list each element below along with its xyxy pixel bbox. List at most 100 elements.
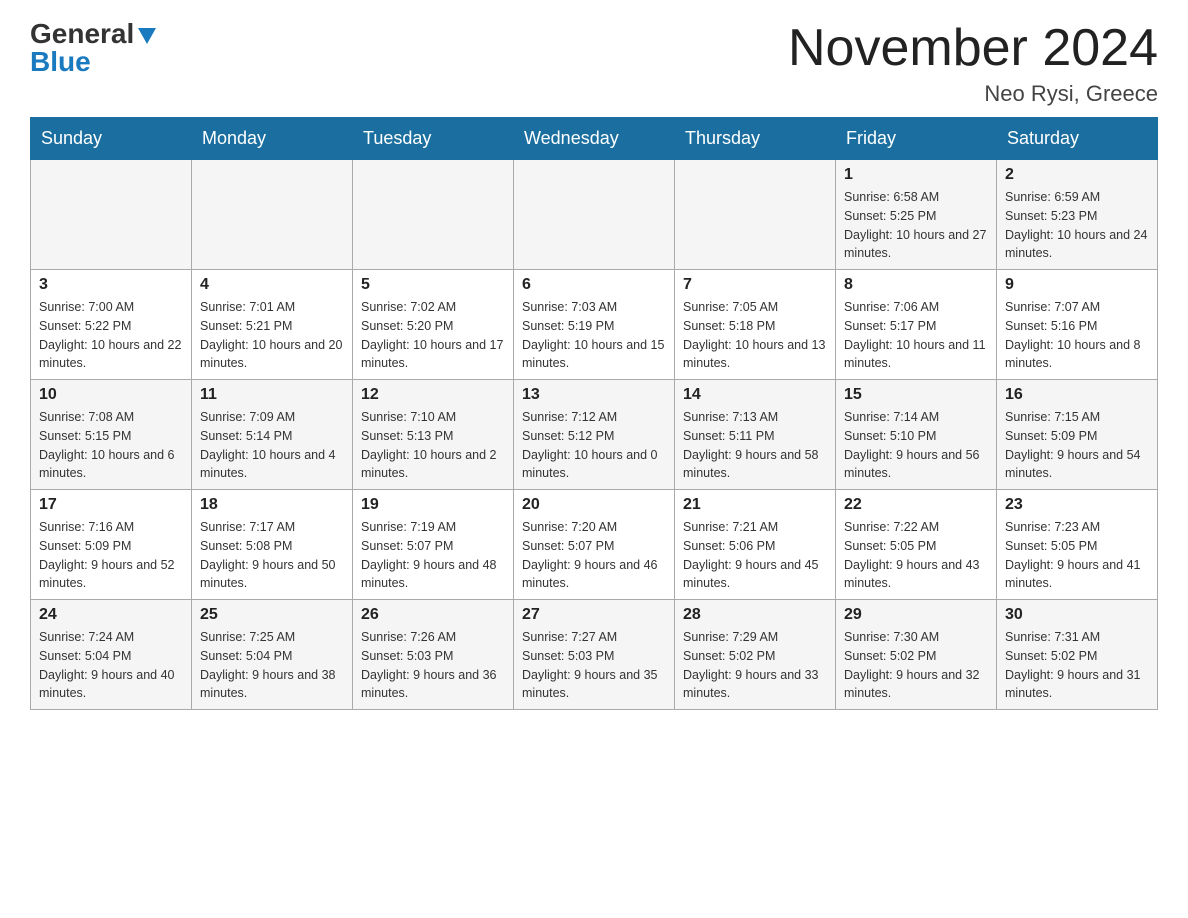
day-info: Sunrise: 7:16 AMSunset: 5:09 PMDaylight:…: [39, 518, 183, 593]
header-sunday: Sunday: [31, 118, 192, 160]
logo-triangle-icon: [136, 24, 158, 46]
day-number: 25: [200, 606, 344, 624]
calendar-day-cell: 15 Sunrise: 7:14 AMSunset: 5:10 PMDayligh…: [836, 380, 997, 490]
day-number: 19: [361, 496, 505, 514]
day-number: 2: [1005, 166, 1149, 184]
header-tuesday: Tuesday: [353, 118, 514, 160]
calendar-day-cell: 5Sunrise: 7:02 AMSunset: 5:20 PMDaylight…: [353, 270, 514, 380]
day-info: Sunrise: 6:58 AMSunset: 5:25 PMDaylight:…: [844, 188, 988, 263]
day-number: 13: [522, 386, 666, 404]
calendar-day-cell: 12Sunrise: 7:10 AMSunset: 5:13 PMDayligh…: [353, 380, 514, 490]
calendar-week-row: 17 Sunrise: 7:16 AMSunset: 5:09 PMDayligh…: [31, 490, 1158, 600]
day-info: Sunrise: 7:09 AMSunset: 5:14 PMDaylight:…: [200, 408, 344, 483]
day-number: 28: [683, 606, 827, 624]
day-info: Sunrise: 7:30 AMSunset: 5:02 PMDaylight:…: [844, 628, 988, 703]
logo-general-text: General: [30, 20, 134, 48]
calendar-day-cell: 14 Sunrise: 7:13 AMSunset: 5:11 PMDayligh…: [675, 380, 836, 490]
calendar-day-cell: 8 Sunrise: 7:06 AMSunset: 5:17 PMDaylight…: [836, 270, 997, 380]
day-info: Sunrise: 7:05 AMSunset: 5:18 PMDaylight:…: [683, 298, 827, 373]
day-info: Sunrise: 7:00 AMSunset: 5:22 PMDaylight:…: [39, 298, 183, 373]
day-info: Sunrise: 7:23 AMSunset: 5:05 PMDaylight:…: [1005, 518, 1149, 593]
calendar-day-cell: 6Sunrise: 7:03 AMSunset: 5:19 PMDaylight…: [514, 270, 675, 380]
location-label: Neo Rysi, Greece: [788, 81, 1158, 107]
calendar-day-cell: 22 Sunrise: 7:22 AMSunset: 5:05 PMDayligh…: [836, 490, 997, 600]
calendar-week-row: 10Sunrise: 7:08 AMSunset: 5:15 PMDayligh…: [31, 380, 1158, 490]
logo: General Blue: [30, 20, 158, 76]
day-info: Sunrise: 7:26 AMSunset: 5:03 PMDaylight:…: [361, 628, 505, 703]
calendar-week-row: 24 Sunrise: 7:24 AMSunset: 5:04 PMDayligh…: [31, 600, 1158, 710]
header-monday: Monday: [192, 118, 353, 160]
calendar-table: SundayMondayTuesdayWednesdayThursdayFrid…: [30, 117, 1158, 710]
day-number: 22: [844, 496, 988, 514]
day-info: Sunrise: 7:13 AMSunset: 5:11 PMDaylight:…: [683, 408, 827, 483]
calendar-day-cell: 25 Sunrise: 7:25 AMSunset: 5:04 PMDayligh…: [192, 600, 353, 710]
calendar-day-cell: 29Sunrise: 7:30 AMSunset: 5:02 PMDayligh…: [836, 600, 997, 710]
day-number: 24: [39, 606, 183, 624]
calendar-day-cell: 1 Sunrise: 6:58 AMSunset: 5:25 PMDaylight…: [836, 160, 997, 270]
header-saturday: Saturday: [997, 118, 1158, 160]
calendar-day-cell: 4 Sunrise: 7:01 AMSunset: 5:21 PMDaylight…: [192, 270, 353, 380]
page-header: General Blue November 2024 Neo Rysi, Gre…: [30, 20, 1158, 107]
calendar-day-cell: 26 Sunrise: 7:26 AMSunset: 5:03 PMDayligh…: [353, 600, 514, 710]
logo-blue-text: Blue: [30, 48, 91, 76]
calendar-day-cell: 16 Sunrise: 7:15 AMSunset: 5:09 PMDayligh…: [997, 380, 1158, 490]
calendar-week-row: 3Sunrise: 7:00 AMSunset: 5:22 PMDaylight…: [31, 270, 1158, 380]
calendar-day-cell: 2Sunrise: 6:59 AMSunset: 5:23 PMDaylight…: [997, 160, 1158, 270]
calendar-day-cell: [514, 160, 675, 270]
day-info: Sunrise: 7:20 AMSunset: 5:07 PMDaylight:…: [522, 518, 666, 593]
day-number: 7: [683, 276, 827, 294]
day-number: 5: [361, 276, 505, 294]
day-info: Sunrise: 7:06 AMSunset: 5:17 PMDaylight:…: [844, 298, 988, 373]
calendar-day-cell: 19 Sunrise: 7:19 AMSunset: 5:07 PMDayligh…: [353, 490, 514, 600]
calendar-header-row: SundayMondayTuesdayWednesdayThursdayFrid…: [31, 118, 1158, 160]
title-block: November 2024 Neo Rysi, Greece: [788, 20, 1158, 107]
day-number: 26: [361, 606, 505, 624]
day-info: Sunrise: 7:15 AMSunset: 5:09 PMDaylight:…: [1005, 408, 1149, 483]
day-info: Sunrise: 7:10 AMSunset: 5:13 PMDaylight:…: [361, 408, 505, 483]
day-number: 30: [1005, 606, 1149, 624]
calendar-day-cell: 13Sunrise: 7:12 AMSunset: 5:12 PMDayligh…: [514, 380, 675, 490]
day-number: 14: [683, 386, 827, 404]
calendar-day-cell: 18 Sunrise: 7:17 AMSunset: 5:08 PMDayligh…: [192, 490, 353, 600]
day-number: 17: [39, 496, 183, 514]
calendar-day-cell: 20 Sunrise: 7:20 AMSunset: 5:07 PMDayligh…: [514, 490, 675, 600]
day-info: Sunrise: 7:07 AMSunset: 5:16 PMDaylight:…: [1005, 298, 1149, 373]
day-info: Sunrise: 7:22 AMSunset: 5:05 PMDaylight:…: [844, 518, 988, 593]
day-info: Sunrise: 7:08 AMSunset: 5:15 PMDaylight:…: [39, 408, 183, 483]
day-number: 23: [1005, 496, 1149, 514]
day-info: Sunrise: 7:17 AMSunset: 5:08 PMDaylight:…: [200, 518, 344, 593]
month-title: November 2024: [788, 20, 1158, 77]
calendar-day-cell: 10Sunrise: 7:08 AMSunset: 5:15 PMDayligh…: [31, 380, 192, 490]
day-number: 27: [522, 606, 666, 624]
day-number: 8: [844, 276, 988, 294]
day-number: 15: [844, 386, 988, 404]
calendar-day-cell: 24 Sunrise: 7:24 AMSunset: 5:04 PMDayligh…: [31, 600, 192, 710]
header-friday: Friday: [836, 118, 997, 160]
day-number: 20: [522, 496, 666, 514]
calendar-week-row: 1 Sunrise: 6:58 AMSunset: 5:25 PMDaylight…: [31, 160, 1158, 270]
calendar-day-cell: [675, 160, 836, 270]
day-info: Sunrise: 7:19 AMSunset: 5:07 PMDaylight:…: [361, 518, 505, 593]
day-number: 18: [200, 496, 344, 514]
day-info: Sunrise: 7:31 AMSunset: 5:02 PMDaylight:…: [1005, 628, 1149, 703]
day-number: 21: [683, 496, 827, 514]
day-info: Sunrise: 7:25 AMSunset: 5:04 PMDaylight:…: [200, 628, 344, 703]
calendar-day-cell: 28 Sunrise: 7:29 AMSunset: 5:02 PMDayligh…: [675, 600, 836, 710]
day-info: Sunrise: 7:29 AMSunset: 5:02 PMDaylight:…: [683, 628, 827, 703]
calendar-day-cell: 11 Sunrise: 7:09 AMSunset: 5:14 PMDayligh…: [192, 380, 353, 490]
day-number: 6: [522, 276, 666, 294]
day-number: 4: [200, 276, 344, 294]
calendar-day-cell: 21Sunrise: 7:21 AMSunset: 5:06 PMDayligh…: [675, 490, 836, 600]
header-wednesday: Wednesday: [514, 118, 675, 160]
day-info: Sunrise: 7:14 AMSunset: 5:10 PMDaylight:…: [844, 408, 988, 483]
calendar-day-cell: 3Sunrise: 7:00 AMSunset: 5:22 PMDaylight…: [31, 270, 192, 380]
day-number: 16: [1005, 386, 1149, 404]
day-info: Sunrise: 7:24 AMSunset: 5:04 PMDaylight:…: [39, 628, 183, 703]
header-thursday: Thursday: [675, 118, 836, 160]
calendar-day-cell: 23 Sunrise: 7:23 AMSunset: 5:05 PMDayligh…: [997, 490, 1158, 600]
day-number: 1: [844, 166, 988, 184]
calendar-day-cell: 9Sunrise: 7:07 AMSunset: 5:16 PMDaylight…: [997, 270, 1158, 380]
day-number: 11: [200, 386, 344, 404]
calendar-day-cell: 27Sunrise: 7:27 AMSunset: 5:03 PMDayligh…: [514, 600, 675, 710]
day-info: Sunrise: 7:01 AMSunset: 5:21 PMDaylight:…: [200, 298, 344, 373]
